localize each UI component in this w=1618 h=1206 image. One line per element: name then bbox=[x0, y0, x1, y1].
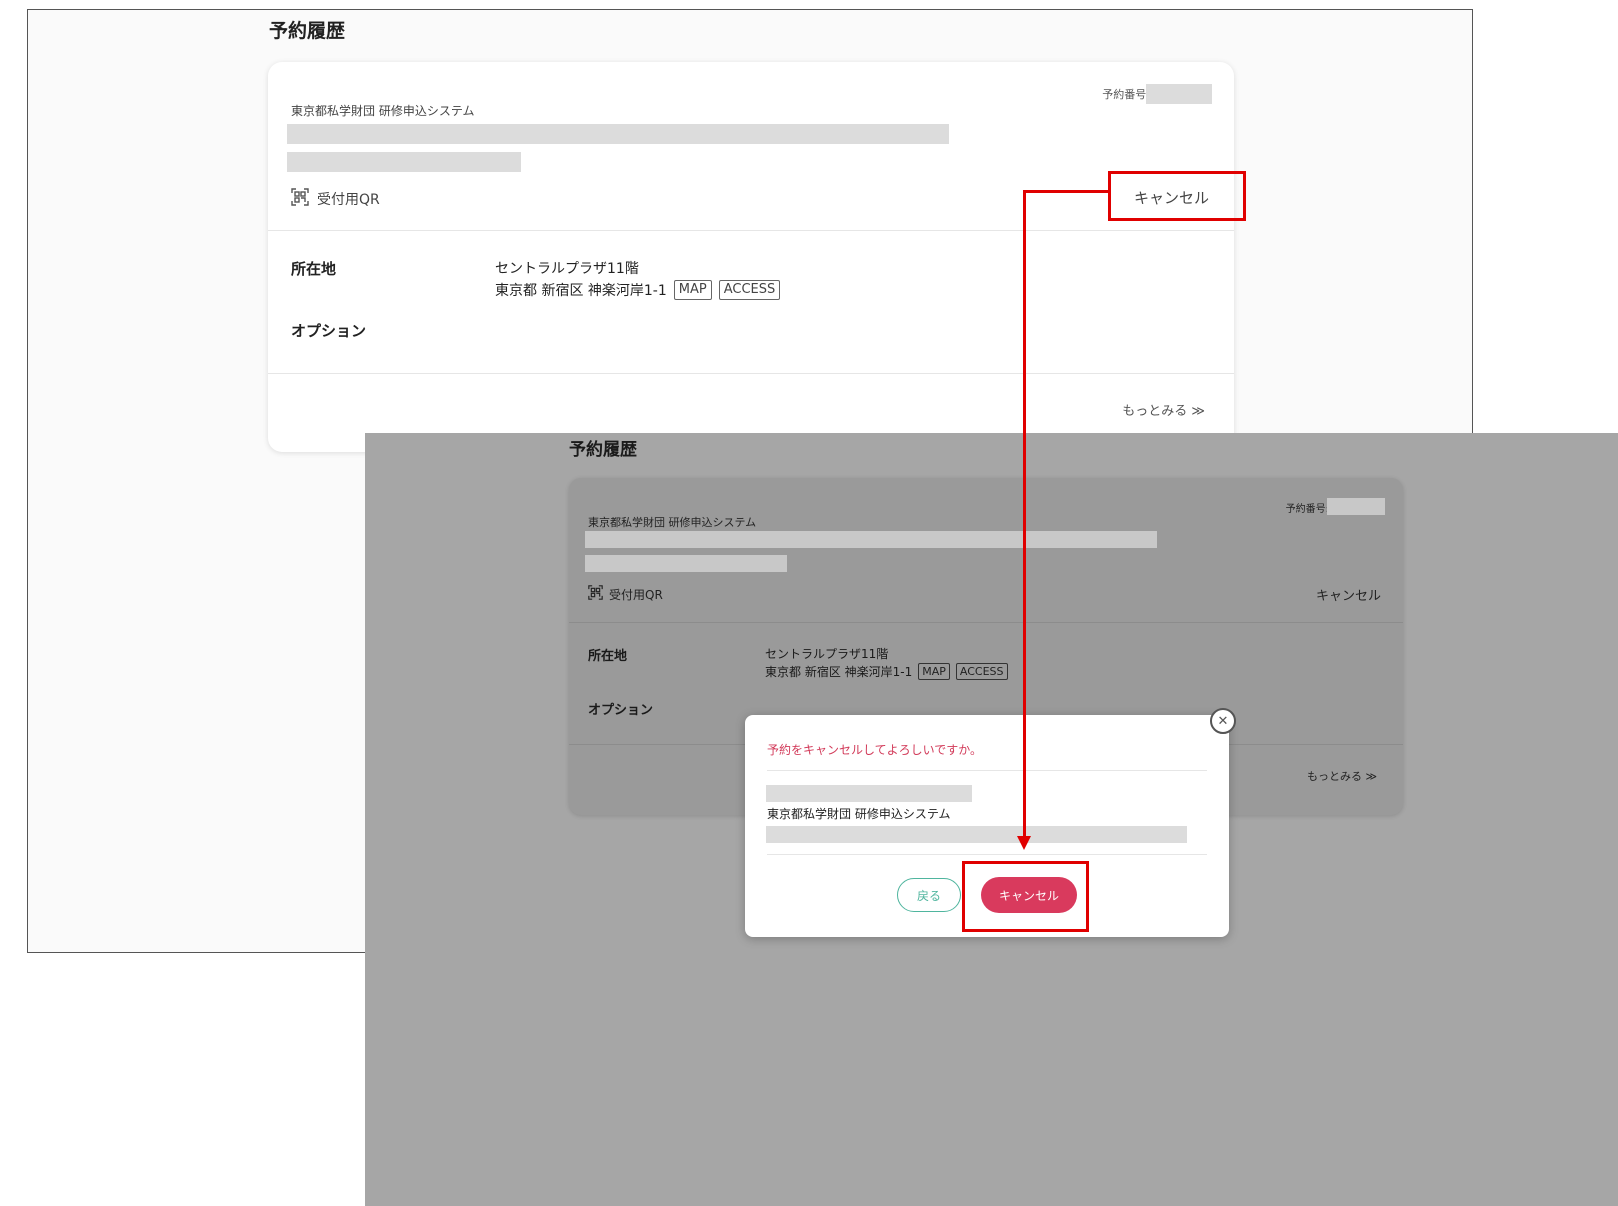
cancel-confirm-screenshot: 予約履歴 予約番号: 東京都私学財団 研修申込システム 受付用QR キャンセル … bbox=[365, 433, 1618, 1206]
map-tag-button[interactable]: MAP bbox=[673, 280, 712, 300]
location-address: 東京都 新宿区 神楽河岸1-1 bbox=[765, 665, 913, 679]
organization-name: 東京都私学財団 研修申込システム bbox=[291, 104, 475, 118]
show-more-link[interactable]: もっとみる ≫ bbox=[1122, 400, 1205, 419]
cancel-link: キャンセル bbox=[1315, 589, 1381, 604]
qr-code-icon bbox=[291, 188, 309, 210]
location-label: 所在地 bbox=[291, 260, 337, 278]
qr-code-icon bbox=[588, 585, 603, 603]
highlight-confirm-cancel-button bbox=[962, 861, 1089, 932]
arrow-connector-vertical bbox=[1023, 190, 1026, 838]
arrow-connector-horizontal bbox=[1023, 190, 1110, 193]
divider bbox=[767, 770, 1207, 771]
reservation-number-redacted bbox=[1327, 498, 1385, 515]
show-more-link: もっとみる ≫ bbox=[1306, 770, 1377, 783]
divider bbox=[268, 373, 1234, 374]
reception-qr-link[interactable]: 受付用QR bbox=[291, 188, 380, 210]
qr-link-label: 受付用QR bbox=[317, 192, 380, 208]
reception-qr-link: 受付用QR bbox=[588, 585, 663, 603]
back-button[interactable]: 戻る bbox=[897, 878, 961, 912]
qr-link-label: 受付用QR bbox=[609, 587, 663, 602]
location-address-row: 東京都 新宿区 神楽河岸1-1 MAP ACCESS bbox=[765, 663, 1008, 680]
location-building: セントラルプラザ11階 bbox=[765, 647, 889, 661]
close-icon[interactable]: ✕ bbox=[1210, 708, 1236, 734]
option-label: オプション bbox=[588, 703, 654, 718]
location-address-row: 東京都 新宿区 神楽河岸1-1 MAP ACCESS bbox=[495, 280, 781, 300]
highlight-cancel-link bbox=[1108, 171, 1246, 221]
divider bbox=[569, 622, 1403, 623]
divider bbox=[767, 854, 1207, 855]
redacted-course-title bbox=[766, 826, 1187, 843]
page-title: 予約履歴 bbox=[569, 440, 637, 460]
redacted-course-date bbox=[287, 152, 521, 172]
map-tag-button: MAP bbox=[918, 663, 950, 680]
organization-name: 東京都私学財団 研修申込システム bbox=[767, 807, 951, 821]
redacted-course-date bbox=[585, 555, 787, 572]
reservation-card: 予約番号: 東京都私学財団 研修申込システム 受付用QR キャンセル 所在地 セ… bbox=[268, 62, 1234, 452]
reservation-number-redacted bbox=[1146, 84, 1212, 104]
access-tag-button[interactable]: ACCESS bbox=[718, 280, 781, 300]
confirm-question: 予約をキャンセルしてよろしいですか。 bbox=[767, 743, 983, 757]
divider bbox=[268, 230, 1234, 231]
redacted-course-title bbox=[585, 531, 1157, 548]
redacted-course-title bbox=[287, 124, 949, 144]
location-label: 所在地 bbox=[588, 649, 628, 664]
organization-name: 東京都私学財団 研修申込システム bbox=[588, 516, 757, 529]
arrow-head-down bbox=[1017, 836, 1031, 850]
reservation-number-label: 予約番号: bbox=[1285, 504, 1329, 515]
option-label: オプション bbox=[291, 322, 367, 340]
location-building: セントラルプラザ11階 bbox=[495, 261, 639, 277]
redacted-course-date bbox=[766, 785, 972, 802]
reservation-number-label: 予約番号: bbox=[1102, 88, 1150, 101]
page-title: 予約履歴 bbox=[269, 20, 346, 42]
location-address: 東京都 新宿区 神楽河岸1-1 bbox=[495, 283, 667, 299]
access-tag-button: ACCESS bbox=[955, 663, 1008, 680]
